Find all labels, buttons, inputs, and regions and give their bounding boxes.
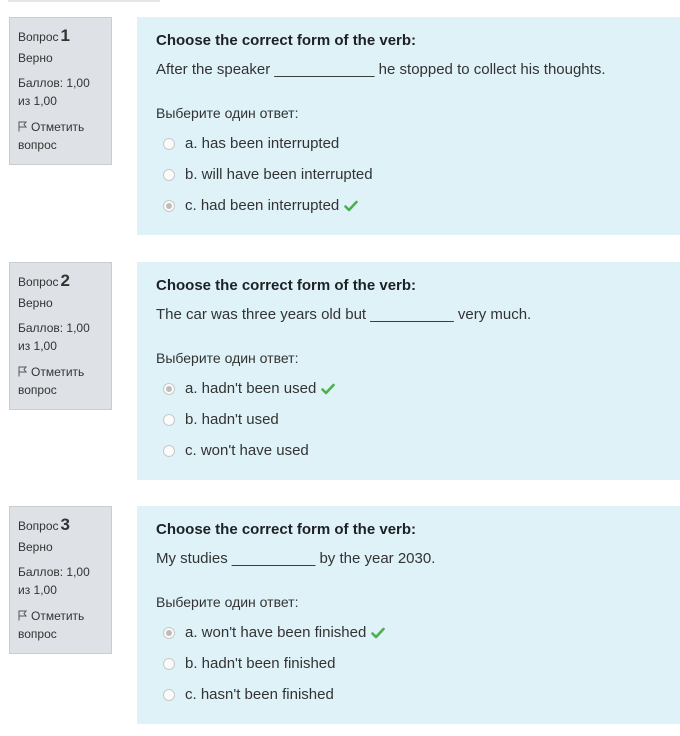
- question-grade: Баллов: 1,00 из 1,00: [18, 321, 90, 353]
- answer-label: a. won't have been finished: [185, 624, 367, 641]
- answer-label: b. hadn't been finished: [185, 655, 336, 672]
- question-number: Вопрос 2: [18, 271, 103, 291]
- question-grade: Баллов: 1,00 из 1,00: [18, 565, 90, 597]
- check-icon: [371, 627, 386, 638]
- answer-option[interactable]: b. hadn't used: [156, 404, 661, 435]
- answer-list: a. hadn't been used b. hadn't used c. wo…: [156, 373, 661, 466]
- question-text: The car was three years old but ________…: [156, 306, 532, 323]
- question-content: Choose the correct form of the verb: Aft…: [137, 17, 680, 235]
- answer-radio[interactable]: [163, 413, 175, 426]
- question-state: Верно: [18, 540, 53, 554]
- answer-radio[interactable]: [163, 626, 175, 639]
- answer-label: a. has been interrupted: [185, 135, 340, 152]
- question-content: Choose the correct form of the verb: My …: [137, 506, 680, 724]
- question-grade: Баллов: 1,00 из 1,00: [18, 76, 90, 108]
- question-label: Вопрос: [18, 30, 59, 44]
- answer-option[interactable]: c. won't have used: [156, 435, 661, 466]
- answer-radio[interactable]: [163, 657, 175, 670]
- question-state: Верно: [18, 51, 53, 65]
- flag-question-link[interactable]: Отметить вопрос: [18, 118, 103, 154]
- answer-radio[interactable]: [163, 168, 175, 181]
- question-number-value: 2: [60, 271, 70, 290]
- question-number-value: 1: [60, 26, 70, 45]
- question-label: Вопрос: [18, 275, 59, 289]
- select-one-label: Выберите один ответ:: [156, 594, 299, 610]
- flag-icon: [18, 366, 28, 377]
- select-one-label: Выберите один ответ:: [156, 105, 299, 121]
- answer-label: c. hasn't been finished: [185, 686, 334, 703]
- answer-option[interactable]: b. will have been interrupted: [156, 159, 661, 190]
- flag-question-link[interactable]: Отметить вопрос: [18, 607, 103, 643]
- question-title: Choose the correct form of the verb:: [156, 521, 417, 538]
- flag-icon: [18, 121, 28, 132]
- answer-radio[interactable]: [163, 444, 175, 457]
- select-one-label: Выберите один ответ:: [156, 350, 299, 366]
- answer-label: b. will have been interrupted: [185, 166, 373, 183]
- answer-option[interactable]: a. hadn't been used: [156, 373, 661, 404]
- check-icon: [344, 200, 359, 211]
- answer-option[interactable]: a. won't have been finished: [156, 617, 661, 648]
- question-content: Choose the correct form of the verb: The…: [137, 262, 680, 480]
- question-title: Choose the correct form of the verb:: [156, 32, 417, 49]
- answer-label: c. had been interrupted: [185, 197, 340, 214]
- answer-option[interactable]: b. hadn't been finished: [156, 648, 661, 679]
- check-icon: [321, 383, 336, 394]
- answer-label: a. hadn't been used: [185, 380, 317, 397]
- flag-question-link[interactable]: Отметить вопрос: [18, 363, 103, 399]
- answer-option[interactable]: a. has been interrupted: [156, 128, 661, 159]
- answer-list: a. has been interrupted b. will have bee…: [156, 128, 661, 221]
- flag-icon: [18, 610, 28, 621]
- question-info: Вопрос 1 Верно Баллов: 1,00 из 1,00 Отмет…: [9, 17, 112, 165]
- answer-radio[interactable]: [163, 199, 175, 212]
- answer-list: a. won't have been finished b. hadn't be…: [156, 617, 661, 710]
- question-info: Вопрос 3 Верно Баллов: 1,00 из 1,00 Отмет…: [9, 506, 112, 654]
- question-number: Вопрос 1: [18, 26, 103, 46]
- answer-radio[interactable]: [163, 382, 175, 395]
- answer-label: c. won't have used: [185, 442, 309, 459]
- question-text: My studies __________ by the year 2030.: [156, 550, 436, 567]
- question-number-value: 3: [60, 515, 70, 534]
- answer-option[interactable]: c. had been interrupted: [156, 190, 661, 221]
- question-state: Верно: [18, 296, 53, 310]
- answer-label: b. hadn't used: [185, 411, 279, 428]
- answer-radio[interactable]: [163, 137, 175, 150]
- question-text: After the speaker ____________ he stoppe…: [156, 61, 606, 78]
- question-number: Вопрос 3: [18, 515, 103, 535]
- top-divider: [8, 0, 160, 2]
- answer-option[interactable]: c. hasn't been finished: [156, 679, 661, 710]
- answer-radio[interactable]: [163, 688, 175, 701]
- question-info: Вопрос 2 Верно Баллов: 1,00 из 1,00 Отмет…: [9, 262, 112, 410]
- question-title: Choose the correct form of the verb:: [156, 277, 417, 294]
- question-label: Вопрос: [18, 519, 59, 533]
